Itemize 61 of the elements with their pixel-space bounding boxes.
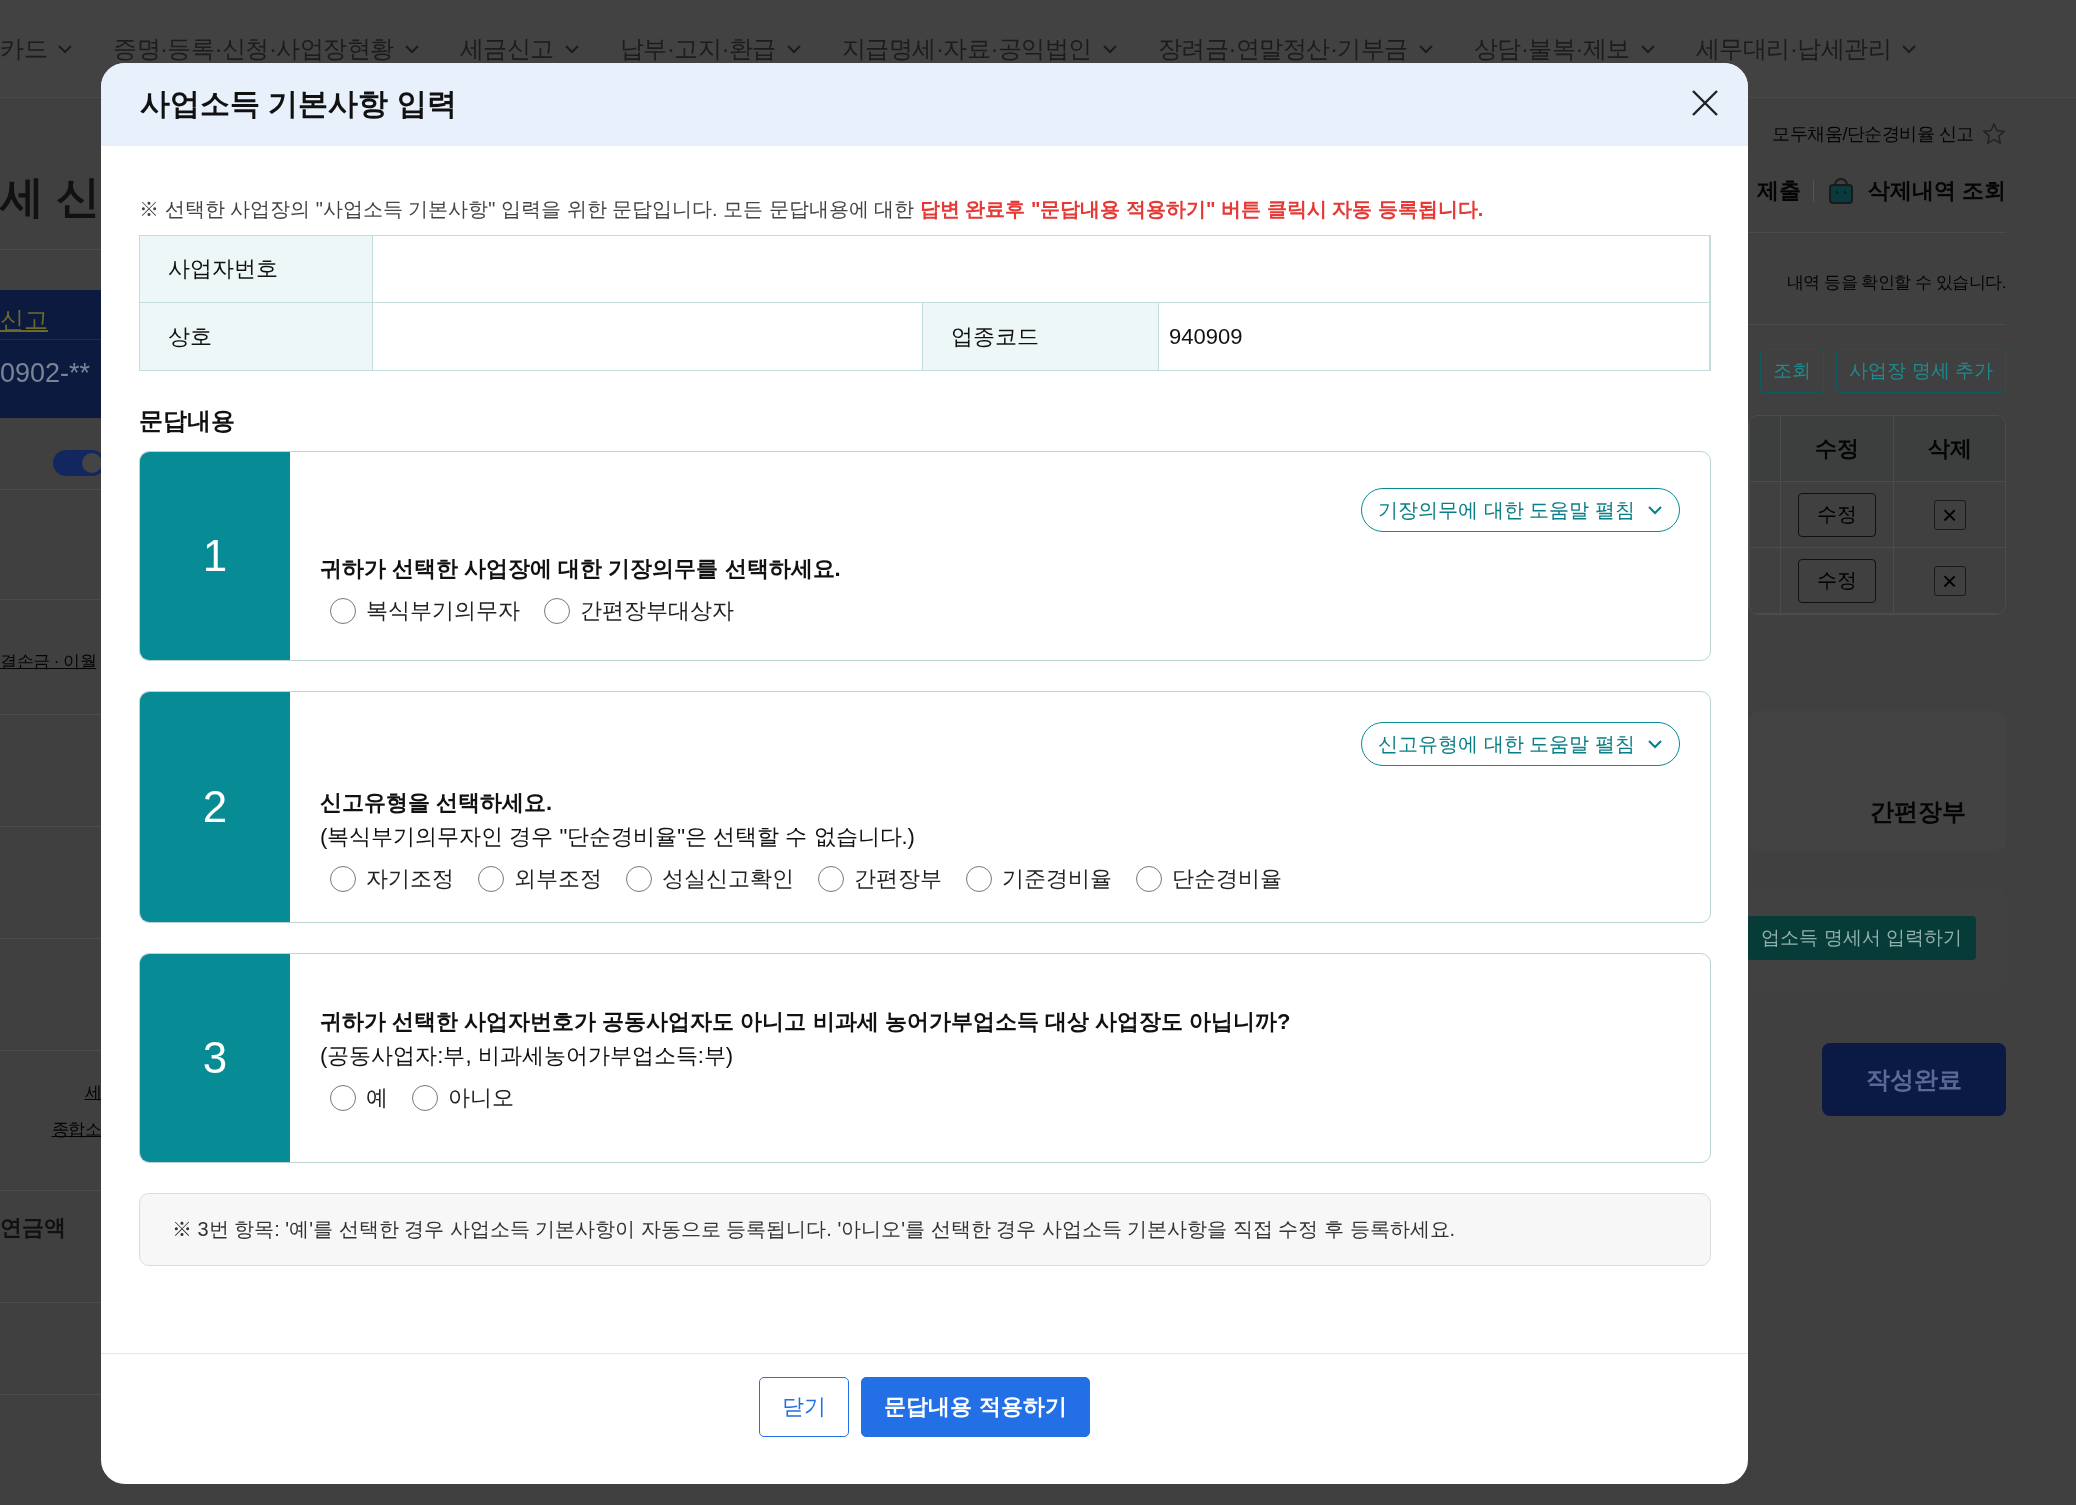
chevron-icon <box>1647 739 1663 749</box>
option-label: 외부조정 <box>514 865 602 893</box>
caret-icon <box>404 43 420 54</box>
caret-icon <box>1901 43 1918 54</box>
question-number: 1 <box>140 452 290 660</box>
help-toggle[interactable]: 신고유형에 대한 도움말 펼침 <box>1361 722 1680 766</box>
option-label: 자기조정 <box>366 865 454 893</box>
delete-button[interactable]: × <box>1933 499 1966 530</box>
business-number: 0902-** <box>0 357 92 389</box>
toggle-switch[interactable] <box>53 450 101 476</box>
star-icon[interactable] <box>1982 122 2006 146</box>
option-label: 기준경비율 <box>1002 865 1112 893</box>
field-value: 940909 <box>1159 303 1710 370</box>
question-text: 신고유형을 선택하세요. <box>320 789 554 817</box>
question-hint: (복식부기의무자인 경우 "단순경비율"은 선택할 수 없습니다.) <box>320 823 916 851</box>
link[interactable]: 세 <box>84 1081 101 1104</box>
link[interactable]: 결손금 · 이월 <box>0 652 97 671</box>
bookkeeping-label: 간편장부 <box>1870 797 1966 827</box>
question-number: 2 <box>140 692 290 922</box>
edit-button[interactable]: 수정 <box>1798 492 1876 537</box>
column-header: 삭제 <box>1893 416 2005 482</box>
column-header: 수정 <box>1780 416 1893 482</box>
notice-text: ※ 선택한 사업장의 "사업소득 기본사항" 입력을 위한 문답입니다. 모든 문답내용에 대한 답변 완료후 "문답내용 적용하기" 버튼 클릭시 자동 등록됩니다. <box>139 197 1485 222</box>
caret-icon <box>1417 43 1434 54</box>
close-button[interactable]: 닫기 <box>759 1377 850 1437</box>
caret-icon <box>785 43 802 54</box>
dialog-title: 사업소득 기본사항 입력 <box>140 86 457 122</box>
apply-button[interactable]: 문답내용 적용하기 <box>861 1377 1090 1437</box>
delete-button[interactable]: × <box>1933 565 1966 596</box>
caret-icon <box>57 43 73 54</box>
link[interactable]: 종합소 <box>51 1118 101 1141</box>
section-title: 문답내용 <box>139 406 236 436</box>
option-label: 성실신고확인 <box>662 865 794 893</box>
question-text: 귀하가 선택한 사업자번호가 공동사업자도 아니고 비과세 농어가부업소득 대상 사업장도 아닙니까? <box>320 1008 1292 1036</box>
breadcrumb: 모두채움/단순경비율 신고 <box>1772 123 1974 146</box>
option-label: 예 <box>366 1084 388 1112</box>
caret-icon <box>1639 43 1656 54</box>
option-label: 간편장부대상자 <box>580 597 734 625</box>
edit-button[interactable]: 수정 <box>1798 558 1876 603</box>
outline-button[interactable]: 사업장 명세 추가 <box>1836 349 2006 393</box>
field-label: 업종코드 <box>923 303 1159 370</box>
complete-button[interactable]: 작성완료 <box>1822 1043 2006 1116</box>
field-label: 사업자번호 <box>140 236 373 303</box>
option-label: 복식부기의무자 <box>366 597 520 625</box>
action-link[interactable]: 삭제내역 조회 <box>1867 176 2006 206</box>
option-label: 단순경비율 <box>1172 865 1282 893</box>
question-number: 3 <box>140 954 290 1162</box>
option-label: 간편장부 <box>854 865 942 893</box>
question-text: 귀하가 선택한 사업장에 대한 기장의무를 선택하세요. <box>320 555 842 583</box>
input-button[interactable]: 업소득 명세서 입력하기 <box>1747 916 1976 960</box>
outline-button[interactable]: 조회 <box>1760 349 1825 393</box>
note-text: ※ 3번 항목: '예'를 선택한 경우 사업소득 기본사항이 자동으로 등록됩니다. '아니오'를 선택한 경우 사업소득 기본사항을 직접 수정 후 등록하세요. <box>139 1193 1711 1266</box>
caret-icon <box>1101 43 1118 54</box>
question-hint: (공동사업자:부, 비과세농어가부업소득:부) <box>320 1042 735 1070</box>
field-label: 상호 <box>140 303 373 370</box>
chevron-icon <box>1647 505 1663 515</box>
action-link[interactable]: 제출 <box>1756 176 1801 206</box>
help-toggle[interactable]: 기장의무에 대한 도움말 펼침 <box>1361 488 1680 532</box>
close-icon <box>1690 88 1720 118</box>
option-label: 아니오 <box>448 1084 514 1112</box>
caret-icon <box>564 43 580 54</box>
